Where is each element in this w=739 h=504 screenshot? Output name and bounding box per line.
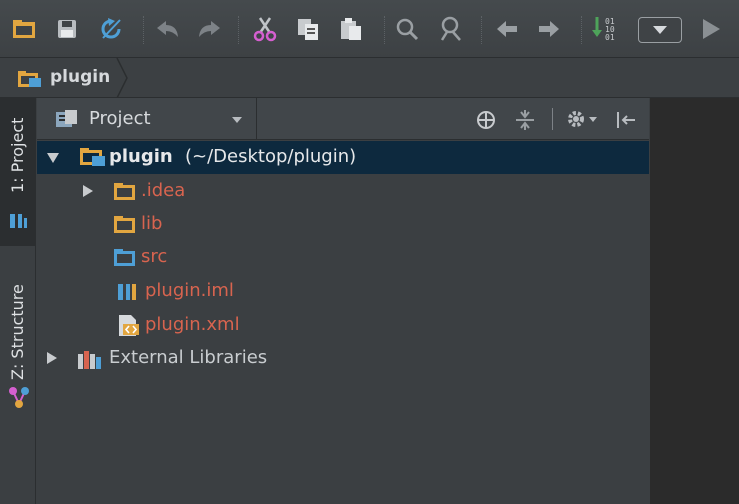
tree-item-label: .idea bbox=[141, 180, 186, 201]
tree-item-plugin-iml[interactable]: plugin.iml bbox=[37, 275, 649, 308]
run-config-dropdown[interactable] bbox=[638, 17, 682, 43]
editor-area bbox=[650, 98, 739, 504]
save-icon[interactable] bbox=[52, 14, 82, 44]
collapsed-arrow-icon[interactable] bbox=[83, 185, 93, 197]
folder-icon bbox=[113, 215, 137, 239]
scroll-from-source-icon[interactable] bbox=[475, 109, 497, 135]
source-folder-icon bbox=[113, 248, 137, 272]
view-selector[interactable]: Project bbox=[37, 98, 257, 139]
tree-item-label: External Libraries bbox=[109, 347, 268, 368]
tab-structure-label[interactable]: Z: Structure bbox=[8, 284, 27, 380]
chevron-down-icon bbox=[653, 26, 667, 34]
panel-header: Project bbox=[37, 98, 649, 140]
hide-panel-icon[interactable] bbox=[614, 109, 636, 135]
tree-item-label: plugin bbox=[109, 146, 173, 167]
paste-icon[interactable] bbox=[336, 14, 366, 44]
expanded-arrow-icon[interactable] bbox=[47, 153, 59, 163]
find-usages-icon[interactable] bbox=[436, 14, 466, 44]
libraries-icon bbox=[77, 348, 103, 374]
tool-window-strip: 1: Project Z: Structure bbox=[0, 98, 36, 504]
folder-icon bbox=[113, 182, 137, 206]
forward-icon[interactable] bbox=[534, 14, 564, 44]
sync-icon[interactable] bbox=[96, 14, 126, 44]
iml-file-icon bbox=[117, 282, 139, 306]
redo-icon[interactable] bbox=[194, 14, 224, 44]
breadcrumb-item-plugin[interactable]: plugin bbox=[50, 67, 110, 87]
back-icon[interactable] bbox=[492, 14, 522, 44]
main-toolbar: 01 10 01 bbox=[0, 0, 739, 58]
module-folder-icon bbox=[79, 147, 107, 171]
tree-item-plugin[interactable]: plugin (~/Desktop/plugin) bbox=[37, 141, 649, 174]
tab-project[interactable]: 1: Project bbox=[0, 98, 35, 246]
undo-icon[interactable] bbox=[153, 14, 183, 44]
tree-item-idea[interactable]: .idea bbox=[37, 175, 649, 208]
project-view-icon bbox=[55, 109, 79, 133]
tree-item-label: plugin.iml bbox=[145, 280, 234, 301]
structure-tab-icon bbox=[8, 386, 30, 414]
tree-item-label: plugin.xml bbox=[145, 314, 240, 335]
tree-item-external-libraries[interactable]: External Libraries bbox=[37, 342, 649, 375]
tree-item-lib[interactable]: lib bbox=[37, 208, 649, 241]
chevron-down-icon bbox=[232, 117, 242, 123]
svg-text:01: 01 bbox=[605, 33, 615, 42]
tab-project-label: 1: Project bbox=[8, 117, 27, 193]
panel-title: Project bbox=[89, 108, 151, 129]
vcs-update-icon[interactable]: 01 10 01 bbox=[591, 14, 621, 44]
tree-item-path: (~/Desktop/plugin) bbox=[185, 146, 357, 167]
xml-file-icon bbox=[117, 314, 141, 342]
breadcrumb-separator-icon bbox=[116, 58, 128, 98]
tree-item-label: src bbox=[141, 246, 168, 267]
collapse-all-icon[interactable] bbox=[514, 109, 536, 135]
folder-open-icon[interactable] bbox=[9, 14, 39, 44]
breadcrumb: plugin bbox=[0, 58, 739, 98]
find-icon[interactable] bbox=[392, 14, 422, 44]
tree-item-src[interactable]: src bbox=[37, 241, 649, 274]
project-tab-icon bbox=[8, 212, 28, 234]
project-panel: Project plugin (~/Desktop/plugin) .idea … bbox=[37, 98, 649, 504]
collapsed-arrow-icon[interactable] bbox=[47, 352, 57, 364]
cut-icon[interactable] bbox=[250, 14, 280, 44]
run-icon[interactable] bbox=[696, 14, 726, 44]
tree-item-plugin-xml[interactable]: plugin.xml bbox=[37, 309, 649, 342]
module-folder-icon bbox=[17, 70, 43, 92]
tree-item-label: lib bbox=[141, 213, 163, 234]
gear-icon[interactable] bbox=[565, 108, 601, 134]
copy-icon[interactable] bbox=[293, 14, 323, 44]
